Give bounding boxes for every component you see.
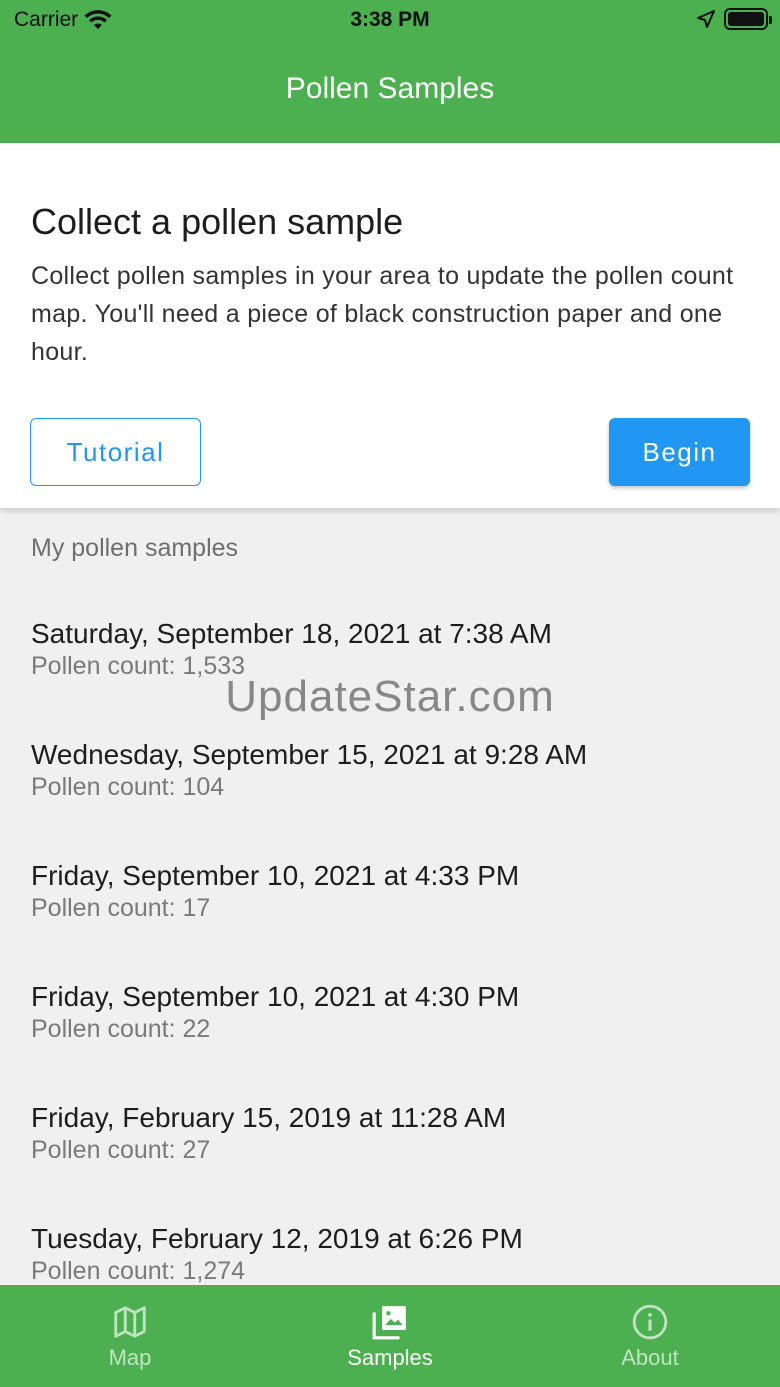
watermark: UpdateStar.com <box>225 672 555 721</box>
photo-library-icon <box>372 1306 406 1340</box>
sample-date: Friday, September 10, 2021 at 4:30 PM <box>31 981 520 1012</box>
card-title: Collect a pollen sample <box>31 201 404 242</box>
tab-samples[interactable]: Samples <box>260 1285 520 1387</box>
sample-date: Friday, February 15, 2019 at 11:28 AM <box>31 1102 507 1133</box>
list-item[interactable]: Friday, February 15, 2019 at 11:28 AM Po… <box>31 1100 771 1221</box>
battery-icon <box>724 8 772 30</box>
tab-label: About <box>621 1345 679 1370</box>
tab-about[interactable]: About <box>520 1285 780 1387</box>
begin-button[interactable]: Begin <box>609 418 750 486</box>
page-title: Pollen Samples <box>285 72 495 105</box>
status-time: 3:38 PM <box>350 8 430 31</box>
section-label: My pollen samples <box>31 534 239 562</box>
location-arrow-icon <box>697 10 715 28</box>
sample-date: Tuesday, February 12, 2019 at 6:26 PM <box>31 1223 523 1254</box>
tab-map[interactable]: Map <box>0 1285 260 1387</box>
status-indicators <box>696 8 772 30</box>
map-icon <box>114 1306 146 1338</box>
card-description: Collect pollen samples in your area to u… <box>31 262 734 366</box>
info-icon <box>632 1304 668 1340</box>
sample-count: Pollen count: 22 <box>31 1015 211 1043</box>
tab-label: Map <box>108 1345 152 1370</box>
sample-date: Wednesday, September 15, 2021 at 9:28 AM <box>31 739 588 770</box>
sample-date: Friday, September 10, 2021 at 4:33 PM <box>31 860 520 891</box>
collect-sample-card: Collect a pollen sample Collect pollen s… <box>0 143 780 508</box>
list-item[interactable]: Wednesday, September 15, 2021 at 9:28 AM… <box>31 737 771 858</box>
tutorial-button[interactable]: Tutorial <box>30 418 201 486</box>
sample-count: Pollen count: 27 <box>31 1136 211 1164</box>
sample-date: Saturday, September 18, 2021 at 7:38 AM <box>31 618 552 649</box>
status-bar: Carrier 3:38 PM <box>0 0 780 40</box>
tab-bar: Map Samples About <box>0 1285 780 1387</box>
app-header: Carrier 3:38 PM Pollen Samples <box>0 0 780 143</box>
sample-count: Pollen count: 17 <box>31 894 211 922</box>
tab-label: Samples <box>347 1345 433 1370</box>
samples-list: Saturday, September 18, 2021 at 7:38 AM … <box>31 616 771 1342</box>
sample-count: Pollen count: 104 <box>31 773 225 801</box>
sample-count: Pollen count: 1,274 <box>31 1257 246 1285</box>
list-item[interactable]: Friday, September 10, 2021 at 4:30 PM Po… <box>31 979 771 1100</box>
list-item[interactable]: Friday, September 10, 2021 at 4:33 PM Po… <box>31 858 771 979</box>
